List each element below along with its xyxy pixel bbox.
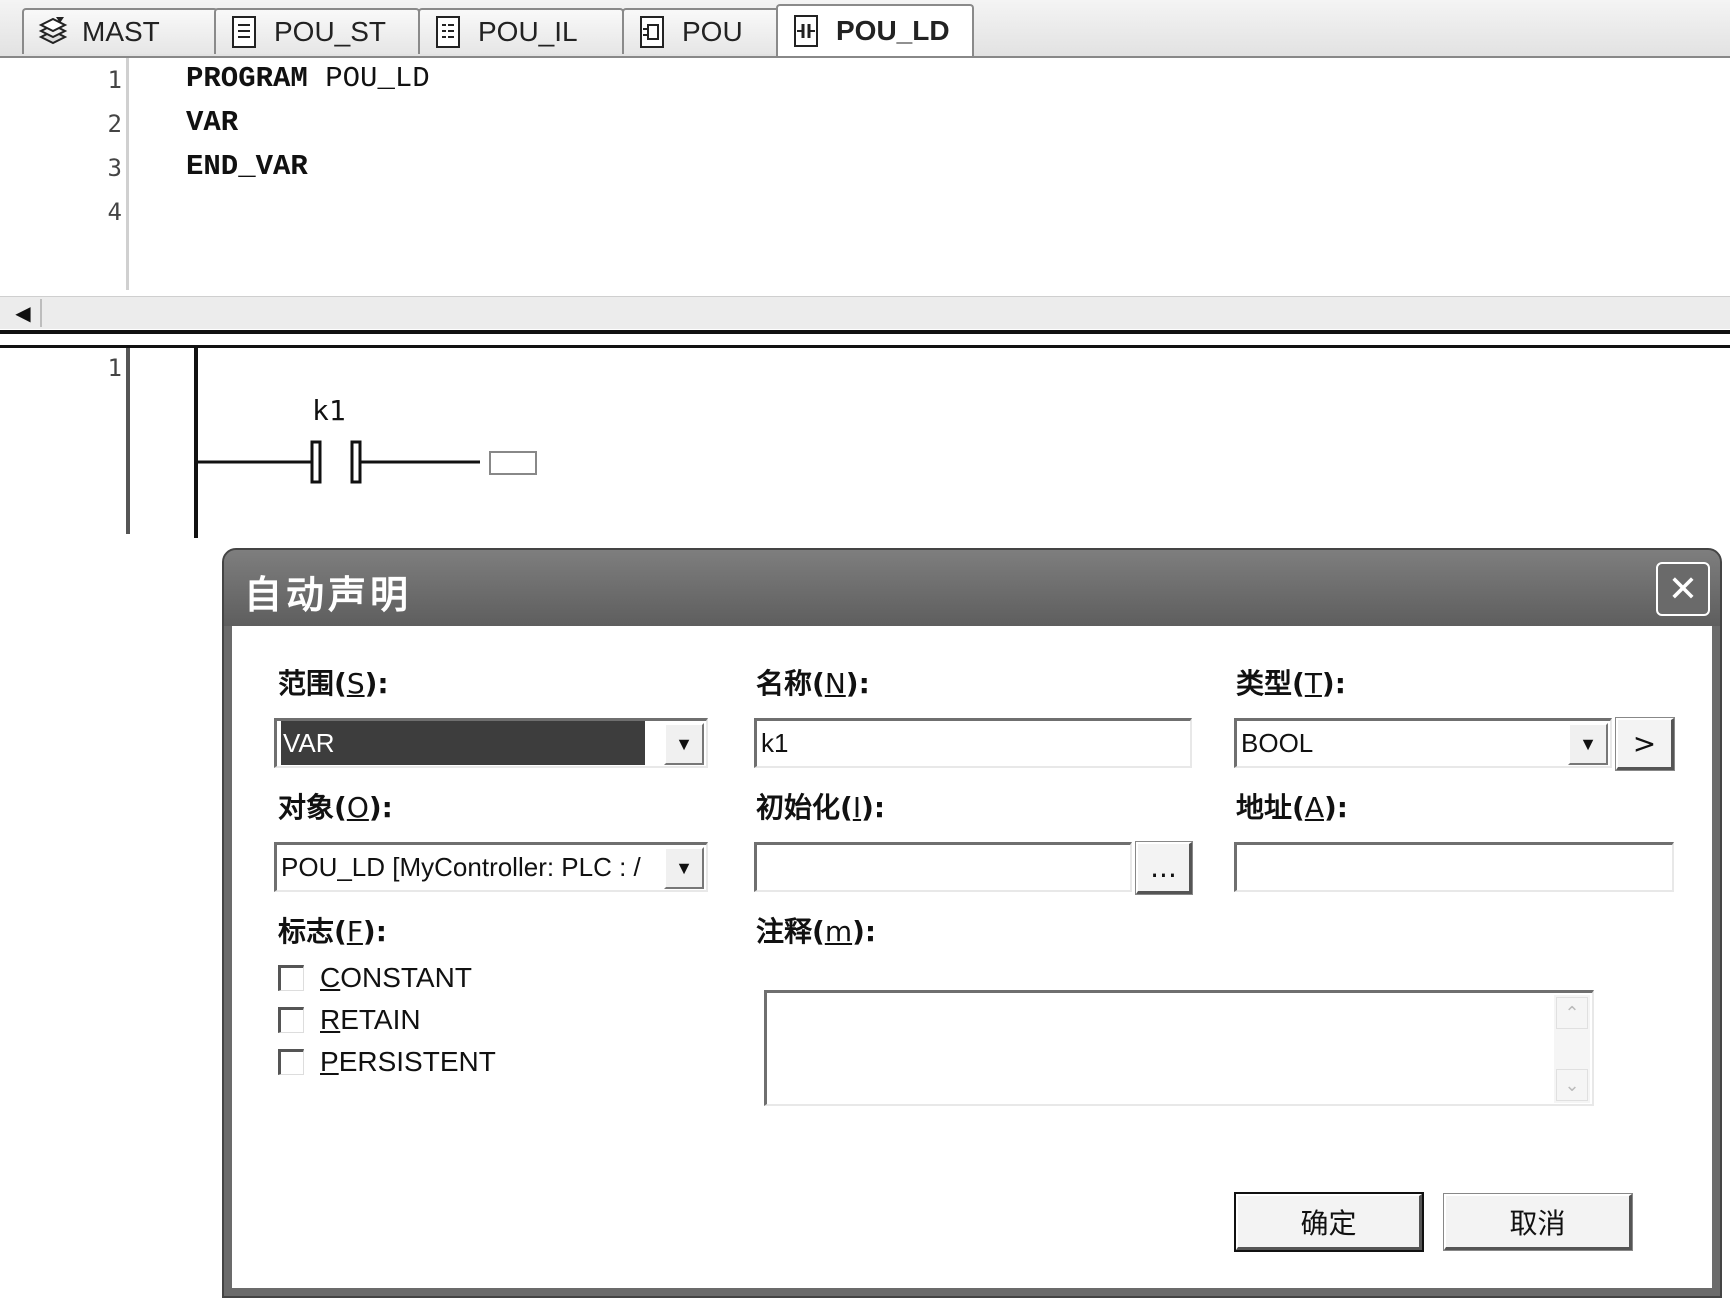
horizontal-scrollbar[interactable]: ◀: [0, 296, 1730, 329]
object-dropdown[interactable]: POU_LD [MyController: PLC : / ▼: [274, 842, 708, 892]
tab-pou-il[interactable]: POU_IL: [418, 8, 624, 54]
name-input[interactable]: k1: [754, 718, 1192, 768]
dialog-title: 自动声明: [244, 572, 413, 617]
tab-mast[interactable]: MAST: [22, 8, 218, 54]
scope-label: 范围(S):: [278, 667, 389, 700]
coil-placeholder: [489, 451, 537, 475]
tab-label: POU_ST: [274, 16, 387, 47]
line-number: 4: [107, 198, 122, 226]
editor-splitter[interactable]: [0, 330, 1730, 348]
code-line[interactable]: VAR: [186, 106, 238, 139]
tab-pou-ld[interactable]: POU_LD: [776, 4, 974, 56]
address-input[interactable]: [1234, 842, 1674, 892]
init-browse-button[interactable]: ...: [1135, 841, 1193, 895]
code-keyword: END_VAR: [186, 150, 308, 183]
type-label: 类型(T):: [1236, 667, 1346, 700]
st-document-icon: [232, 16, 256, 48]
tab-label: POU_LD: [836, 15, 950, 46]
init-label: 初始化(I):: [756, 791, 886, 824]
scroll-left-button[interactable]: ◀: [6, 299, 42, 327]
tab-pou-st[interactable]: POU_ST: [214, 8, 420, 54]
checkbox-box[interactable]: [278, 1049, 304, 1075]
object-label: 对象(O):: [278, 791, 393, 824]
persistent-checkbox[interactable]: PERSISTENT: [278, 1046, 496, 1078]
chevron-down-icon: ▼: [675, 734, 693, 754]
scope-dropdown-button[interactable]: ▼: [664, 723, 704, 765]
scroll-down-button[interactable]: ⌄: [1556, 1069, 1588, 1101]
il-document-icon: [436, 16, 460, 48]
auto-declare-dialog: 自动声明 ✕ 范围(S): 名称(N): 类型(T): VAR ▼ k1 BOO…: [222, 548, 1722, 1298]
code-line[interactable]: END_VAR: [186, 150, 308, 183]
checkbox-box[interactable]: [278, 965, 304, 991]
close-button[interactable]: ✕: [1656, 562, 1710, 616]
comment-label: 注释(m):: [756, 915, 877, 948]
object-dropdown-button[interactable]: ▼: [664, 847, 704, 889]
tab-label: MAST: [82, 16, 160, 47]
chevron-up-icon: ⌃: [1564, 1002, 1580, 1024]
cancel-label: 取消: [1509, 1206, 1566, 1240]
type-dropdown[interactable]: BOOL ▼: [1234, 718, 1612, 768]
code-keyword: PROGRAM: [186, 62, 308, 95]
checkbox-label: RETAIN: [320, 1004, 421, 1035]
code-keyword: VAR: [186, 106, 239, 139]
line-number: 2: [107, 110, 122, 138]
type-value: BOOL: [1241, 728, 1314, 758]
comment-scrollbar[interactable]: ⌃ ⌄: [1554, 995, 1590, 1103]
ladder-rung: [126, 348, 537, 538]
contact-left-bar: [310, 440, 322, 484]
init-input[interactable]: [754, 842, 1132, 892]
line-number: 3: [107, 154, 122, 182]
scope-value: VAR: [281, 721, 645, 765]
browse-label: >: [1632, 727, 1657, 760]
declaration-editor[interactable]: 1 2 3 4 PROGRAM POU_LD VAR END_VAR: [0, 58, 1730, 294]
constant-checkbox[interactable]: CONSTANT: [278, 962, 472, 994]
chevron-down-icon: ▼: [1579, 734, 1597, 754]
checkbox-label: PERSISTENT: [320, 1046, 496, 1077]
code-text: POU_LD: [307, 62, 430, 95]
tab-label: POU_IL: [478, 16, 578, 47]
name-label: 名称(N):: [756, 667, 870, 700]
dialog-body: 范围(S): 名称(N): 类型(T): VAR ▼ k1 BOOL ▼ > 对…: [232, 626, 1712, 1288]
tasks-icon: [38, 17, 68, 45]
editor-tab-bar: MAST POU_ST POU_IL POU POU_LD: [0, 0, 1730, 58]
left-arrow-icon: ◀: [15, 301, 31, 325]
browse-label: ...: [1150, 851, 1177, 884]
retain-checkbox[interactable]: RETAIN: [278, 1004, 421, 1036]
tab-label: POU: [682, 16, 743, 47]
scope-dropdown[interactable]: VAR ▼: [274, 718, 708, 768]
type-browse-button[interactable]: >: [1615, 717, 1675, 771]
type-dropdown-button[interactable]: ▼: [1568, 723, 1608, 765]
checkbox-label: CONSTANT: [320, 962, 472, 993]
scroll-up-button[interactable]: ⌃: [1556, 997, 1588, 1029]
contact-label[interactable]: k1: [312, 394, 346, 427]
ld-document-icon: [794, 15, 818, 47]
name-value: k1: [761, 728, 789, 758]
code-line[interactable]: PROGRAM POU_LD: [186, 62, 430, 95]
flags-label: 标志(F):: [278, 915, 387, 948]
chevron-down-icon: ▼: [675, 858, 693, 878]
tab-pou[interactable]: POU: [622, 8, 784, 54]
line-number: 1: [107, 66, 122, 94]
cancel-button[interactable]: 取消: [1443, 1193, 1633, 1251]
checkbox-box[interactable]: [278, 1007, 304, 1033]
dialog-titlebar[interactable]: 自动声明 ✕: [224, 550, 1720, 626]
address-label: 地址(A):: [1236, 791, 1348, 824]
chevron-down-icon: ⌄: [1564, 1074, 1580, 1096]
comment-textarea[interactable]: ⌃ ⌄: [764, 990, 1594, 1106]
ok-button[interactable]: 确定: [1234, 1192, 1424, 1252]
close-icon: ✕: [1667, 568, 1699, 610]
ok-label: 确定: [1300, 1206, 1357, 1240]
fbd-document-icon: [640, 16, 664, 48]
object-value: POU_LD [MyController: PLC : /: [281, 852, 641, 882]
contact-right-bar: [350, 440, 362, 484]
gutter-divider: [126, 58, 129, 290]
